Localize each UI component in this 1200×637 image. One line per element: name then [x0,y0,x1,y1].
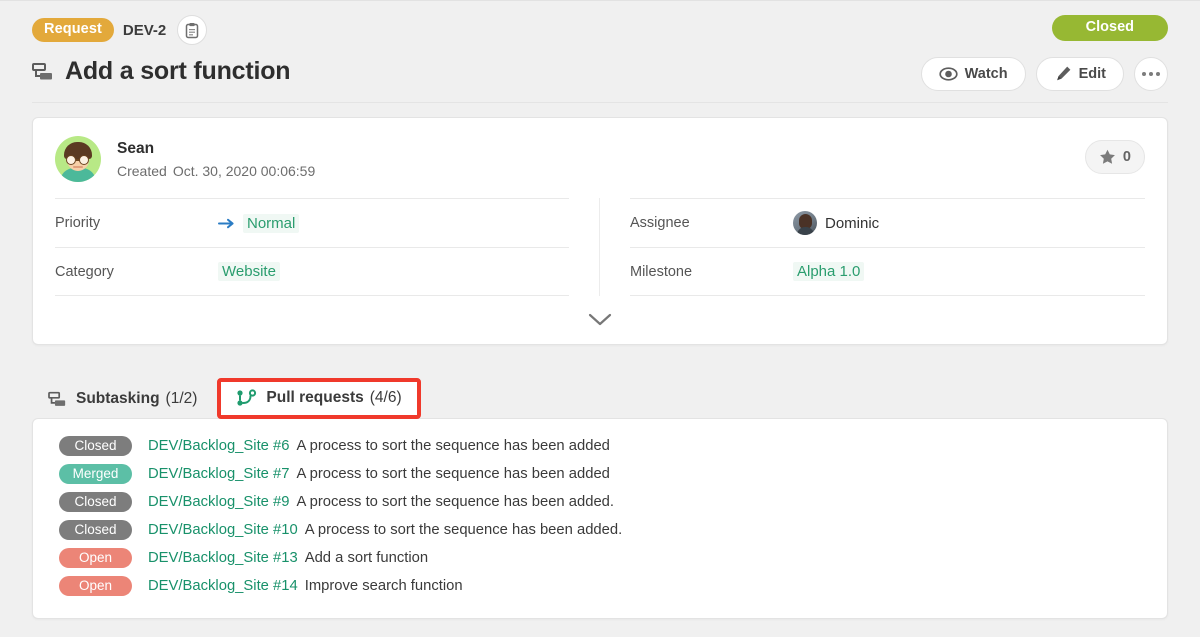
pull-request-title: Add a sort function [304,550,429,566]
star-icon [1099,149,1116,165]
page-title: Add a sort function [65,57,291,85]
property-row-assignee: Assignee Dominic [630,198,1145,247]
property-value[interactable]: Alpha 1.0 [793,262,865,281]
star-button[interactable]: 0 [1084,140,1145,174]
list-item: Closed DEV/Backlog_Site #10 A process to s… [33,516,1167,544]
status-badge: Open [59,575,132,597]
subtask-icon [32,62,54,82]
pull-request-title: A process to sort the sequence has been … [296,494,615,510]
list-item: Open DEV/Backlog_Site #13 Add a sort funct… [33,544,1167,572]
list-item: Closed DEV/Backlog_Site #6 A process to so… [33,432,1167,460]
ellipsis-icon [1142,72,1160,76]
created-label: Created [117,163,167,180]
status-badge: Closed [59,435,132,457]
header-actions: Watch Edit [920,57,1168,91]
property-row-milestone: Milestone Alpha 1.0 [630,247,1145,296]
priority-value-link[interactable]: Normal [243,213,300,233]
tab-label: Pull requests [266,389,364,406]
pull-request-title: A process to sort the sequence has been … [304,522,623,538]
edit-label: Edit [1078,66,1106,82]
created-meta: Created Oct. 30, 2020 00:06:59 [117,163,315,179]
properties-right: Assignee Dominic Milestone Alpha 1.0 [600,198,1145,296]
watch-button[interactable]: Watch [920,57,1026,91]
avatar [55,136,101,182]
pull-request-link[interactable]: DEV/Backlog_Site #14 [148,578,298,594]
pen-icon [1054,65,1072,83]
category-value-link[interactable]: Website [218,262,280,281]
status-badge[interactable]: Closed [1051,15,1168,41]
list-item: Closed DEV/Backlog_Site #9 A process to so… [33,488,1167,516]
subtask-icon [48,391,67,408]
pull-request-link[interactable]: DEV/Backlog_Site #6 [148,438,289,454]
chevron-down-icon [588,313,612,327]
page-header: Request DEV-2 Add a sort function Closed [0,0,1200,103]
property-label: Category [55,263,114,280]
issue-key-row: Request DEV-2 [32,15,1168,45]
list-item: Merged DEV/Backlog_Site #7 A process to so… [33,460,1167,488]
tab-count: (4/6) [369,389,402,406]
status-badge: Closed [59,519,132,541]
creator-row: Sean Created Oct. 30, 2020 00:06:59 0 [33,118,1167,198]
pull-request-icon [236,389,257,407]
pull-request-link[interactable]: DEV/Backlog_Site #7 [148,466,289,482]
status-badge: Open [59,547,132,569]
created-date: Oct. 30, 2020 00:06:59 [172,163,316,180]
tab-label: Subtasking [76,390,160,407]
status-badge: Closed [59,491,132,513]
assignee-name: Dominic [825,214,880,232]
property-row-category: Category Website [55,247,569,296]
pull-request-link[interactable]: DEV/Backlog_Site #13 [148,550,298,566]
eye-icon [938,67,958,81]
property-row-priority: Priority Normal [55,198,569,247]
property-value[interactable]: Dominic [793,211,879,235]
star-count: 0 [1122,149,1131,165]
pull-request-title: A process to sort the sequence has been … [296,438,610,454]
property-label: Assignee [630,215,690,231]
issue-detail-card: Sean Created Oct. 30, 2020 00:06:59 0 Pri… [32,117,1168,345]
tab-count: (1/2) [165,390,198,407]
issue-key: DEV-2 [122,21,167,39]
avatar [793,211,817,235]
properties-left: Priority Normal Category Website [55,198,600,296]
pull-request-list: Closed DEV/Backlog_Site #6 A process to so… [32,418,1168,619]
issue-type-badge[interactable]: Request [32,18,114,42]
expand-details-button[interactable] [33,296,1167,344]
pull-request-link[interactable]: DEV/Backlog_Site #10 [148,522,298,538]
arrow-right-icon [218,217,235,230]
status-badge: Merged [59,463,132,485]
pull-request-title: A process to sort the sequence has been … [296,466,610,482]
pull-request-title: Improve search function [304,578,463,594]
clipboard-icon[interactable] [177,15,208,45]
properties: Priority Normal Category Website Assigne… [33,198,1167,296]
edit-button[interactable]: Edit [1035,57,1124,91]
list-item: Open DEV/Backlog_Site #14 Improve search f… [33,572,1167,600]
tab-subtasking[interactable]: Subtasking (1/2) [32,380,213,419]
tab-pull-requests[interactable]: Pull requests (4/6) [217,378,421,419]
property-value[interactable]: Normal [218,213,300,233]
property-label: Priority [55,215,101,231]
property-label: Milestone [630,263,693,280]
property-value[interactable]: Website [218,262,280,281]
more-options-button[interactable] [1134,57,1168,91]
milestone-value-link[interactable]: Alpha 1.0 [793,262,865,281]
creator-name: Sean [117,139,155,157]
watch-label: Watch [964,66,1008,82]
pull-request-link[interactable]: DEV/Backlog_Site #9 [148,494,289,510]
creator-info: Sean Created Oct. 30, 2020 00:06:59 [117,139,315,180]
tab-bar: Subtasking (1/2) Pull requests (4/6) [32,375,1168,419]
